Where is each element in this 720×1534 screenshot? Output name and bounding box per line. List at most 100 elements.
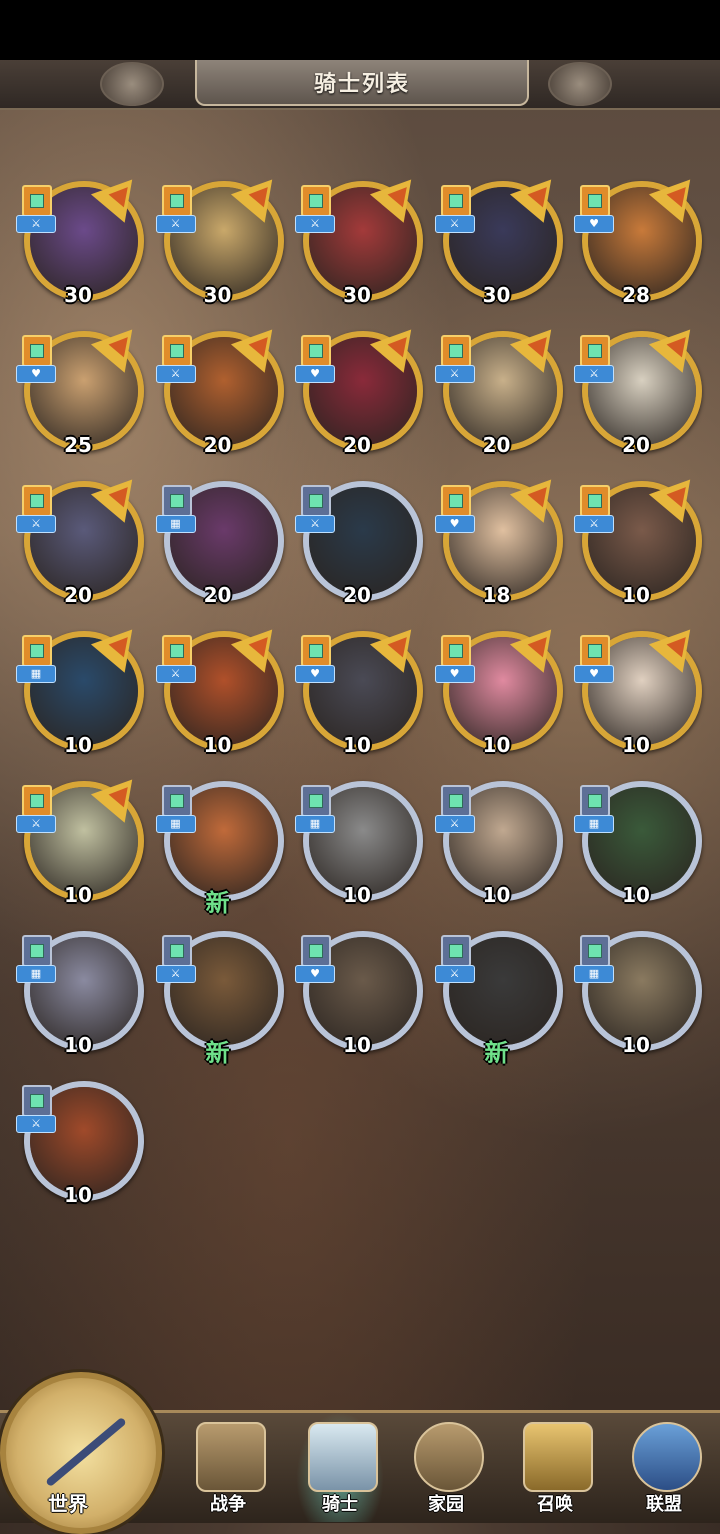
- knight-card[interactable]: ⚔ 10: [434, 775, 563, 907]
- nav-knights-button[interactable]: 骑士: [290, 1412, 390, 1522]
- knight-card[interactable]: ▦ 10: [574, 925, 702, 1057]
- class-badge-icon: [161, 935, 192, 967]
- class-glyph-icon: [30, 1094, 44, 1108]
- class-glyph-icon: [448, 194, 463, 208]
- knight-level: 20: [343, 433, 371, 457]
- knight-card[interactable]: ⚔ 新: [155, 925, 284, 1067]
- knight-card[interactable]: ♥ 28: [574, 165, 708, 307]
- knight-card[interactable]: ♥ 25: [16, 315, 150, 457]
- knight-level: 10: [64, 733, 92, 757]
- nav-label-war: 战争: [210, 1494, 246, 1515]
- class-glyph-icon: [30, 644, 44, 658]
- knight-card[interactable]: ♥ 18: [434, 465, 568, 607]
- knight-level: 20: [64, 583, 92, 607]
- class-glyph-icon: [169, 794, 184, 808]
- class-glyph-icon: [309, 344, 323, 358]
- knight-card[interactable]: ⚔ 20: [574, 315, 708, 457]
- summon-altar-icon: [523, 1422, 593, 1492]
- role-badge-icon: ▦: [16, 665, 56, 683]
- knight-card[interactable]: ♥ 20: [295, 315, 429, 457]
- knight-level: 20: [622, 433, 650, 457]
- class-badge-icon: [301, 185, 331, 217]
- gear-decoration-left: [100, 62, 164, 106]
- class-glyph-icon: [588, 644, 602, 658]
- nav-summon-button[interactable]: 召唤: [505, 1418, 605, 1518]
- knight-card[interactable]: ⚔ 30: [16, 165, 150, 307]
- knight-card[interactable]: ♥ 10: [295, 925, 423, 1057]
- role-badge-icon: ⚔: [155, 365, 196, 383]
- knight-card[interactable]: ⚔ 20: [16, 465, 150, 607]
- page-title: 骑士列表: [313, 72, 410, 97]
- knight-level: 20: [203, 583, 232, 607]
- knight-level: 10: [622, 733, 650, 757]
- class-badge-icon: [22, 185, 52, 217]
- class-badge-icon: [580, 935, 610, 967]
- knight-card[interactable]: ♥ 10: [434, 615, 568, 757]
- role-badge-icon: ▦: [155, 815, 196, 833]
- knight-card[interactable]: ▦ 20: [155, 475, 284, 607]
- nav-war-button[interactable]: 战争: [178, 1418, 278, 1518]
- knight-card[interactable]: ⚔ 10: [16, 765, 150, 907]
- knight-card[interactable]: ▦ 新: [155, 775, 284, 917]
- knight-card[interactable]: ♥ 10: [295, 615, 429, 757]
- knight-card[interactable]: ▦ 10: [16, 925, 144, 1057]
- class-badge-icon: [580, 335, 610, 367]
- knight-level: 10: [622, 883, 650, 907]
- knight-level: 10: [622, 583, 650, 607]
- knight-level: 10: [622, 1033, 650, 1057]
- class-glyph-icon: [30, 344, 44, 358]
- class-badge-icon: [440, 335, 471, 367]
- knight-card[interactable]: ⚔ 10: [16, 1075, 144, 1207]
- knight-level: 20: [482, 433, 511, 457]
- knight-card[interactable]: ▦ 10: [574, 775, 702, 907]
- knight-card[interactable]: ⚔ 20: [295, 475, 423, 607]
- role-badge-icon: ♥: [434, 515, 475, 533]
- class-glyph-icon: [169, 644, 184, 658]
- knight-card[interactable]: ▦ 10: [16, 615, 150, 757]
- knight-card[interactable]: ⚔ 30: [155, 165, 289, 307]
- role-badge-icon: ⚔: [574, 515, 614, 533]
- class-badge-icon: [161, 485, 192, 517]
- knight-card[interactable]: ⚔ 20: [434, 315, 568, 457]
- knight-level: 25: [64, 433, 92, 457]
- role-badge-icon: ⚔: [434, 215, 475, 233]
- knight-card[interactable]: ⚔ 新: [434, 925, 563, 1067]
- role-badge-icon: ⚔: [16, 215, 56, 233]
- nav-home-button[interactable]: 家园: [396, 1418, 496, 1518]
- class-glyph-icon: [309, 944, 323, 958]
- knight-level: 30: [203, 283, 232, 307]
- role-badge-icon: ⚔: [16, 815, 56, 833]
- role-badge-icon: ⚔: [16, 515, 56, 533]
- knight-card[interactable]: ⚔ 20: [155, 315, 289, 457]
- class-glyph-icon: [30, 494, 44, 508]
- nav-label-home: 家园: [428, 1494, 464, 1515]
- class-glyph-icon: [30, 944, 44, 958]
- knight-level: 10: [343, 883, 371, 907]
- knight-card[interactable]: ⚔ 30: [434, 165, 568, 307]
- class-glyph-icon: [169, 344, 184, 358]
- nav-alliance-button[interactable]: 联盟: [614, 1418, 714, 1518]
- class-badge-icon: [161, 635, 192, 667]
- knight-card[interactable]: ♥ 10: [574, 615, 708, 757]
- class-glyph-icon: [448, 494, 463, 508]
- knight-card[interactable]: ⚔ 30: [295, 165, 429, 307]
- role-badge-icon: ♥: [295, 965, 335, 983]
- nav-label-world: 世界: [48, 1492, 88, 1516]
- role-badge-icon: ⚔: [434, 965, 475, 983]
- knight-level: 10: [64, 883, 92, 907]
- knight-level: 18: [482, 583, 511, 607]
- knight-card[interactable]: ⚔ 10: [155, 615, 289, 757]
- class-glyph-icon: [588, 494, 602, 508]
- knight-level: 10: [203, 733, 232, 757]
- knight-card[interactable]: ▦ 10: [295, 775, 423, 907]
- role-badge-icon: ⚔: [434, 815, 475, 833]
- class-badge-icon: [22, 935, 52, 967]
- class-glyph-icon: [588, 344, 602, 358]
- class-badge-icon: [301, 935, 331, 967]
- class-glyph-icon: [588, 944, 602, 958]
- role-badge-icon: ▦: [574, 965, 614, 983]
- knight-level: 新: [484, 1039, 509, 1067]
- class-badge-icon: [161, 185, 192, 217]
- knight-card[interactable]: ⚔ 10: [574, 465, 708, 607]
- class-glyph-icon: [448, 644, 463, 658]
